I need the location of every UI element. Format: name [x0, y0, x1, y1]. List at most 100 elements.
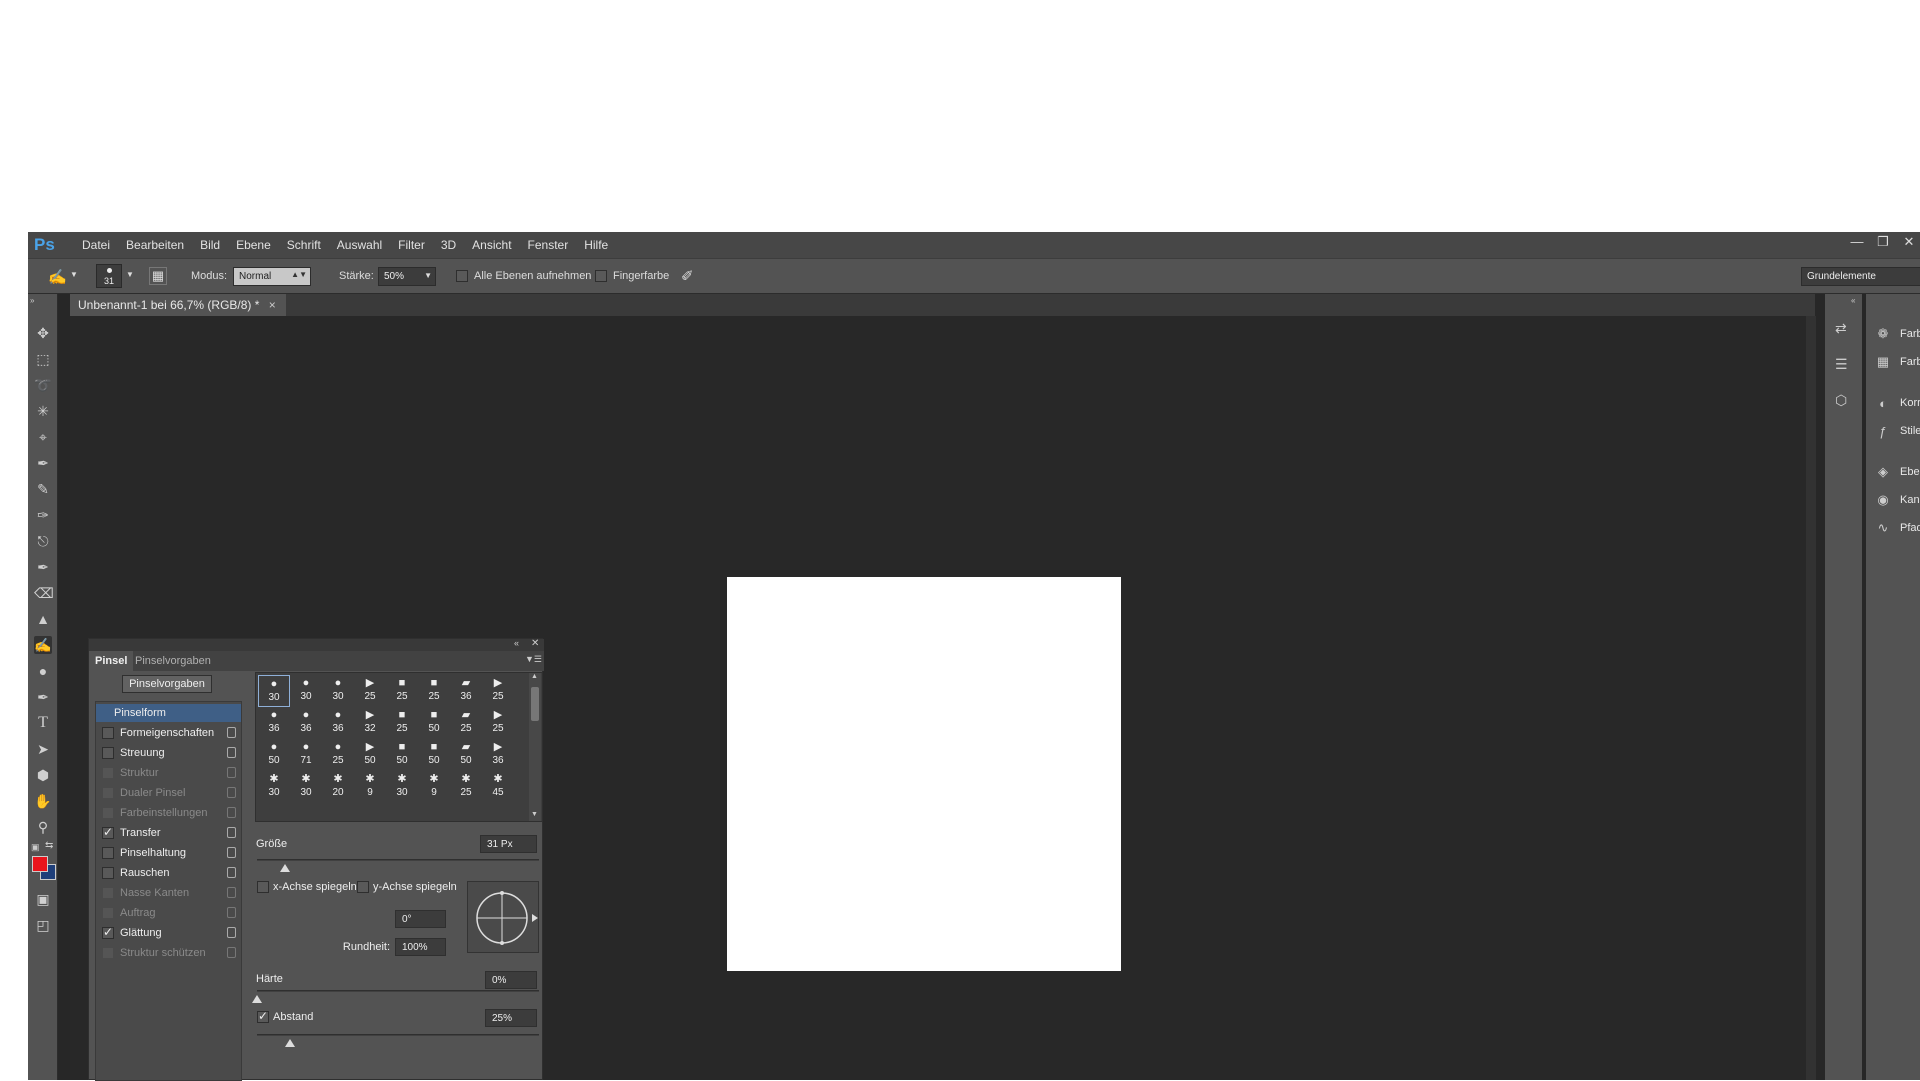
brush-tip-cell[interactable]: ▶ 25: [482, 675, 514, 707]
3d-icon[interactable]: ⬡: [1835, 392, 1847, 409]
paint-bucket-tool-icon[interactable]: ▲: [34, 610, 52, 628]
chevron-down-icon[interactable]: ▼: [126, 270, 134, 279]
brush-setting-item[interactable]: Streuung: [96, 744, 241, 762]
lock-icon[interactable]: [227, 807, 236, 818]
brush-tip-cell[interactable]: ▰ 50: [450, 739, 482, 771]
brush-tip-cell[interactable]: ● 36: [322, 707, 354, 739]
brush-tip-cell[interactable]: ● 30: [322, 675, 354, 707]
close-icon[interactable]: ✕: [531, 638, 539, 649]
brush-setting-item[interactable]: Struktur: [96, 764, 241, 782]
scroll-thumb[interactable]: [531, 687, 539, 721]
brush-tip-cell[interactable]: ▰ 36: [450, 675, 482, 707]
haerte-field[interactable]: 0%: [485, 971, 537, 989]
brush-tip-cell[interactable]: ▶ 25: [482, 707, 514, 739]
winkel-field[interactable]: 0°: [395, 910, 446, 928]
alle-ebenen-checkbox[interactable]: [456, 270, 468, 283]
brush-tip-cell[interactable]: ■ 50: [418, 707, 450, 739]
panel-menu-icon[interactable]: ▼☰: [525, 654, 542, 665]
collapse-arrows-icon[interactable]: «: [514, 638, 519, 648]
brush-tip-cell[interactable]: ✱ 9: [354, 771, 386, 803]
brush-setting-item[interactable]: Formeigenschaften: [96, 724, 241, 742]
brush-setting-checkbox[interactable]: [102, 867, 114, 879]
brush-tip-cell[interactable]: ● 71: [290, 739, 322, 771]
lock-icon[interactable]: [227, 767, 236, 778]
brush-tip-cell[interactable]: ● 30: [258, 675, 290, 707]
tab-pinsel[interactable]: Pinsel: [89, 651, 134, 671]
scroll-up-icon[interactable]: ▲: [531, 673, 538, 680]
hand-tool-icon[interactable]: ✋: [34, 792, 52, 810]
pressure-icon[interactable]: ✐: [681, 267, 694, 285]
abstand-slider-track[interactable]: [257, 1034, 539, 1036]
clone-stamp-tool-icon[interactable]: ⎋: [34, 532, 52, 550]
brush-tip-cell[interactable]: ✱ 30: [258, 771, 290, 803]
rundheit-field[interactable]: 100%: [395, 938, 446, 956]
x-achse-checkbox[interactable]: [257, 881, 269, 894]
y-achse-checkbox[interactable]: [357, 881, 369, 894]
groesse-field[interactable]: 31 Px: [480, 835, 537, 853]
properties-icon[interactable]: ☰: [1835, 356, 1848, 373]
brush-tip-cell[interactable]: ✱ 20: [322, 771, 354, 803]
brush-setting-checkbox[interactable]: [102, 925, 114, 939]
history-icon[interactable]: ⇄: [1835, 320, 1847, 337]
panel-farbe[interactable]: ❁ Farbe: [1874, 324, 1920, 344]
brush-setting-checkbox[interactable]: [102, 825, 114, 839]
default-colors-icon[interactable]: ▣: [31, 842, 40, 853]
path-selection-tool-icon[interactable]: ➤: [34, 740, 52, 758]
panel-stile[interactable]: ƒ Stile: [1874, 421, 1920, 441]
brush-tip-cell[interactable]: ■ 25: [386, 707, 418, 739]
brush-panel-titlebar[interactable]: « ✕: [89, 638, 544, 651]
brush-tip-cell[interactable]: ● 25: [322, 739, 354, 771]
brush-tip-cell[interactable]: ▶ 50: [354, 739, 386, 771]
brush-setting-checkbox[interactable]: [102, 767, 114, 779]
lock-icon[interactable]: [227, 907, 236, 918]
healing-brush-tool-icon[interactable]: ✎: [34, 480, 52, 498]
history-brush-tool-icon[interactable]: ✒: [34, 558, 52, 576]
menu-fenster[interactable]: Fenster: [520, 238, 577, 252]
dodge-tool-icon[interactable]: ●: [34, 662, 52, 680]
abstand-checkbox[interactable]: [257, 1009, 269, 1024]
brush-tip-cell[interactable]: ▶ 32: [354, 707, 386, 739]
magic-wand-tool-icon[interactable]: ✳: [34, 402, 52, 420]
brush-setting-checkbox[interactable]: [102, 847, 114, 859]
panel-kanaele[interactable]: ◉ Kanäle: [1874, 490, 1920, 510]
brush-tip-cell[interactable]: ● 30: [290, 675, 322, 707]
brush-tip-cell[interactable]: ✱ 25: [450, 771, 482, 803]
brush-setting-checkbox[interactable]: [102, 907, 114, 919]
lock-icon[interactable]: [227, 887, 236, 898]
brush-setting-item[interactable]: Dualer Pinsel: [96, 784, 241, 802]
screen-mode-icon[interactable]: ◰: [34, 916, 52, 934]
document-tab[interactable]: Unbenannt-1 bei 66,7% (RGB/8) * ×: [70, 294, 286, 316]
scroll-down-icon[interactable]: ▼: [531, 811, 538, 818]
brush-setting-checkbox[interactable]: [102, 947, 114, 959]
lock-icon[interactable]: [227, 947, 236, 958]
document-canvas[interactable]: [727, 577, 1121, 971]
brush-setting-item[interactable]: Struktur schützen: [96, 944, 241, 962]
brush-setting-item[interactable]: Transfer: [96, 824, 241, 842]
lock-icon[interactable]: [227, 827, 236, 838]
brush-setting-checkbox[interactable]: [102, 887, 114, 899]
brush-tip-cell[interactable]: ■ 25: [386, 675, 418, 707]
brush-tip-cell[interactable]: ▰ 25: [450, 707, 482, 739]
chevron-down-icon[interactable]: ▼: [70, 270, 78, 279]
shape-tool-icon[interactable]: ⬢: [34, 766, 52, 784]
brush-setting-checkbox[interactable]: [102, 787, 114, 799]
eraser-tool-icon[interactable]: ⌫: [34, 584, 54, 602]
brush-setting-item[interactable]: Rauschen: [96, 864, 241, 882]
angle-roundness-widget[interactable]: [467, 881, 539, 953]
brush-panel-toggle-icon[interactable]: ▦: [149, 267, 167, 285]
menu-ansicht[interactable]: Ansicht: [464, 238, 519, 252]
menu-auswahl[interactable]: Auswahl: [329, 238, 390, 252]
brush-setting-checkbox[interactable]: [102, 807, 114, 819]
marquee-tool-icon[interactable]: ⬚: [34, 350, 52, 368]
lock-icon[interactable]: [227, 927, 236, 938]
minimize-icon[interactable]: —: [1844, 234, 1870, 249]
brush-tip-cell[interactable]: ▶ 36: [482, 739, 514, 771]
brush-tip-cell[interactable]: ✱ 45: [482, 771, 514, 803]
vertical-scrollbar[interactable]: [1806, 316, 1816, 1080]
type-tool-icon[interactable]: T: [34, 714, 52, 732]
smudge-tool-icon[interactable]: ✍: [34, 636, 52, 654]
groesse-slider-thumb[interactable]: [280, 864, 291, 872]
brush-tip-cell[interactable]: ● 36: [258, 707, 290, 739]
brush-tip-scrollbar[interactable]: ▲ ▼: [529, 673, 541, 821]
pen-tool-icon[interactable]: ✒: [34, 688, 52, 706]
